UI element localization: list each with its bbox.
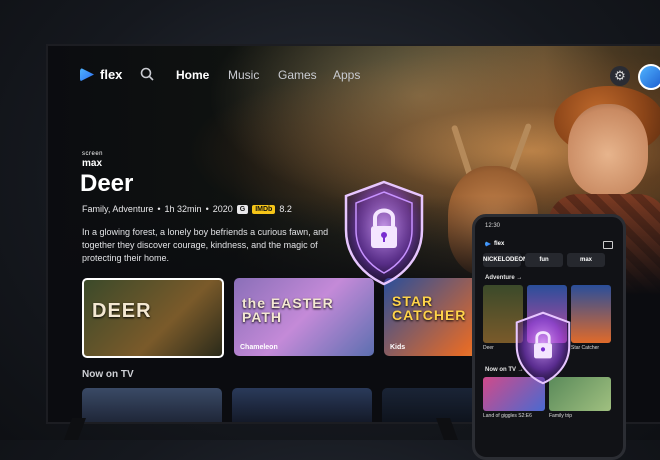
phone-app-logo[interactable]: flex — [485, 241, 504, 247]
search-icon[interactable] — [140, 67, 154, 81]
tv-tile[interactable] — [232, 388, 372, 422]
tile-title: the EASTER PATH — [242, 295, 334, 325]
rating-badge: G — [236, 204, 249, 214]
nav-games[interactable]: Games — [278, 68, 317, 82]
year: 2020 — [212, 204, 233, 214]
tv-tile-label: Family trip — [549, 413, 573, 419]
tv-tile[interactable] — [82, 388, 222, 422]
imdb-score: 8.2 — [279, 204, 292, 214]
flex-logo-icon — [80, 67, 94, 82]
now-on-tv-heading: Now on TV — [82, 369, 134, 380]
movie-description: In a glowing forest, a lonely boy befrie… — [82, 227, 329, 263]
tile-title: DEER — [92, 300, 152, 322]
avatar[interactable] — [638, 64, 660, 90]
nav-home[interactable]: Home — [176, 68, 209, 82]
movie-meta: Family, Adventure • 1h 32min • 2020 G IM… — [82, 204, 292, 214]
phone-brand-row: NICKELODEON fun max — [483, 253, 605, 267]
adventure-heading[interactable]: Adventure → — [485, 275, 522, 281]
brand-chip[interactable]: NICKELODEON — [483, 253, 527, 267]
now-on-tv-row — [82, 388, 522, 422]
poster-label: Star Catcher — [571, 345, 600, 351]
boy-character — [568, 104, 648, 196]
security-shield-lock-icon — [344, 180, 424, 286]
content-row: DEER the EASTER PATH Chameleon STAR CATC… — [82, 278, 524, 358]
nav-apps[interactable]: Apps — [333, 68, 360, 82]
phone-app-name: flex — [494, 241, 505, 247]
tile-easter-path[interactable]: the EASTER PATH Chameleon — [234, 278, 374, 356]
duration: 1h 32min — [164, 204, 202, 214]
poster-image — [571, 285, 611, 343]
tile-sub: Chameleon — [240, 344, 278, 351]
poster-item[interactable]: Star Catcher — [571, 285, 611, 351]
app-name: flex — [100, 67, 123, 82]
page-title: Deer — [80, 170, 134, 197]
channel-logo: screen max — [82, 151, 104, 169]
flex-logo-icon — [485, 241, 491, 247]
nav-music[interactable]: Music — [228, 68, 259, 82]
tile-deer[interactable]: DEER — [82, 278, 224, 358]
genres: Family, Adventure — [82, 204, 154, 214]
app-logo[interactable]: flex — [80, 67, 122, 82]
gear-icon[interactable]: ⚙ — [610, 66, 630, 86]
tv-tile-label: Land of giggles S2:E6 — [483, 413, 532, 419]
cast-icon[interactable] — [603, 241, 613, 249]
brand-chip[interactable]: max — [567, 253, 605, 267]
phone-time: 12:30 — [485, 223, 501, 229]
top-nav: flex Home Music Games Apps ⚙ — [48, 46, 660, 106]
tile-sub: Kids — [390, 344, 406, 351]
brand-chip[interactable]: fun — [525, 253, 563, 267]
imdb-badge: IMDb — [252, 204, 276, 214]
phone-security-shield-lock-icon — [515, 311, 571, 385]
